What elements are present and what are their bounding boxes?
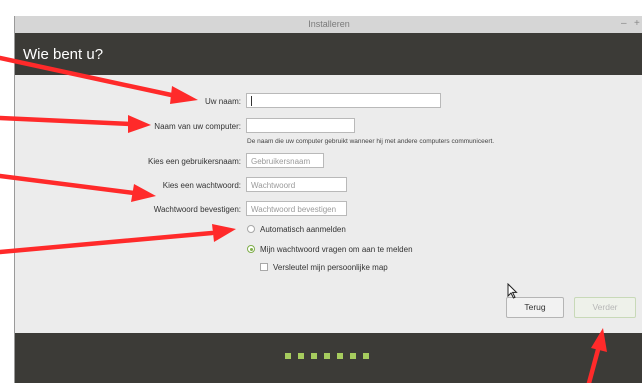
text-cursor <box>251 96 252 106</box>
progress-dot <box>363 353 369 359</box>
progress-dot <box>324 353 330 359</box>
confirm-password-input[interactable]: Wachtwoord bevestigen <box>246 201 347 216</box>
computer-name-input[interactable] <box>246 118 355 133</box>
window-title: Installeren <box>308 19 350 29</box>
installer-window: Installeren – + Wie bent u? Uw naam: Naa… <box>14 16 642 383</box>
password-input[interactable]: Wachtwoord <box>246 177 347 192</box>
mouse-pointer-icon <box>507 283 518 299</box>
confirm-password-label: Wachtwoord bevestigen: <box>153 205 241 214</box>
name-label: Uw naam: <box>204 97 241 106</box>
password-label: Kies een wachtwoord: <box>162 181 241 190</box>
form-area: Uw naam: Naam van uw computer: De naam d… <box>15 75 642 333</box>
computer-name-hint: De naam die uw computer gebruikt wanneer… <box>247 138 495 145</box>
username-placeholder: Gebruikersnaam <box>251 157 311 166</box>
require-password-label: Mijn wachtwoord vragen om aan te melden <box>260 245 413 254</box>
name-input[interactable] <box>246 93 441 108</box>
progress-dot <box>298 353 304 359</box>
progress-footer <box>15 333 642 383</box>
progress-dot <box>350 353 356 359</box>
next-button[interactable]: Verder <box>574 297 636 318</box>
username-input[interactable]: Gebruikersnaam <box>246 153 324 168</box>
page-header: Wie bent u? <box>15 33 642 75</box>
page-title: Wie bent u? <box>23 46 104 63</box>
computer-name-label: Naam van uw computer: <box>154 122 241 131</box>
radio-require-password[interactable] <box>247 245 255 253</box>
minimize-icon[interactable]: – <box>621 18 627 30</box>
progress-dot <box>337 353 343 359</box>
encrypt-home-label: Versleutel mijn persoonlijke map <box>273 263 388 272</box>
auto-login-label: Automatisch aanmelden <box>260 225 346 234</box>
encrypt-home-checkbox[interactable] <box>260 263 268 271</box>
back-button[interactable]: Terug <box>506 297 564 318</box>
radio-auto-login[interactable] <box>247 225 255 233</box>
confirm-password-placeholder: Wachtwoord bevestigen <box>251 205 337 214</box>
password-placeholder: Wachtwoord <box>251 181 296 190</box>
close-icon[interactable]: + <box>634 18 640 30</box>
title-bar[interactable]: Installeren – + <box>15 16 642 34</box>
username-label: Kies een gebruikersnaam: <box>148 157 241 166</box>
progress-dot <box>285 353 291 359</box>
progress-dot <box>311 353 317 359</box>
